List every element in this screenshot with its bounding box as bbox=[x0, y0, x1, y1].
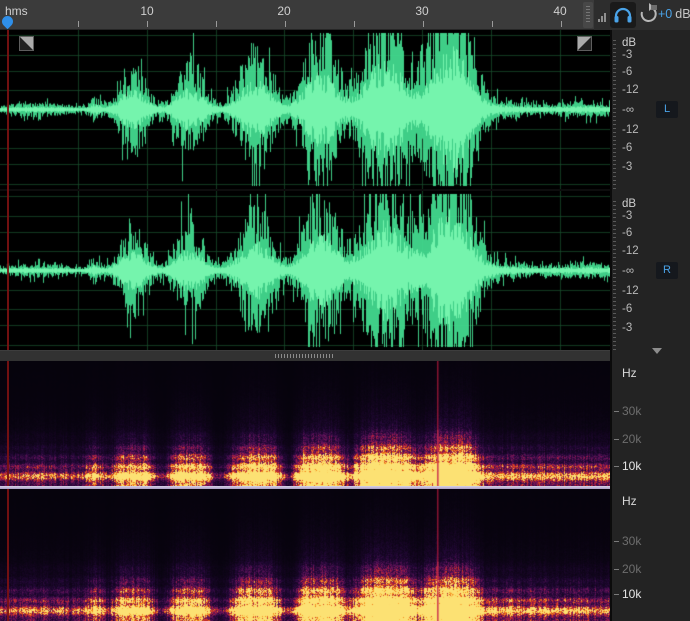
db-scale-unit-left: dB bbox=[622, 37, 636, 49]
db-label: -6 bbox=[622, 227, 632, 239]
db-label: -∞ bbox=[622, 265, 634, 277]
spectrogram-canvas-left[interactable] bbox=[0, 361, 610, 486]
fade-out-handle[interactable] bbox=[577, 36, 592, 51]
db-label: -6 bbox=[622, 66, 632, 78]
loop-icon bbox=[637, 3, 659, 28]
waveform-panel-right[interactable] bbox=[0, 191, 610, 350]
spectrogram-panel-right[interactable] bbox=[0, 489, 610, 621]
db-tick-marks bbox=[613, 201, 616, 351]
freq-label-10k: 10k bbox=[622, 588, 641, 600]
db-label: -3 bbox=[622, 322, 632, 334]
waveform-panel-left[interactable] bbox=[0, 30, 610, 189]
spectrogram-separator bbox=[0, 486, 610, 489]
fade-in-handle[interactable] bbox=[19, 36, 34, 51]
db-label: -12 bbox=[622, 124, 639, 136]
spectrogram-canvas-right[interactable] bbox=[0, 489, 610, 621]
db-label: -12 bbox=[622, 84, 639, 96]
amplitude-frequency-scales: dB -3 -6 -12 -∞ -12 -6 -3 L dB -3 -6 -12… bbox=[610, 30, 690, 621]
db-label: -3 bbox=[622, 161, 632, 173]
channel-badge-right[interactable]: R bbox=[656, 262, 678, 279]
zoom-scrollbar-grip[interactable] bbox=[583, 2, 593, 28]
timeline-ruler[interactable]: hms 10 20 30 40 bbox=[0, 0, 690, 30]
audio-editor-window: hms 10 20 30 40 bbox=[0, 0, 690, 621]
ruler-tick-40: 40 bbox=[553, 4, 566, 18]
hz-scale-unit: Hz bbox=[622, 495, 637, 507]
db-label: -3 bbox=[622, 210, 632, 222]
playhead-line[interactable] bbox=[7, 30, 9, 621]
freq-label-30k: 30k bbox=[622, 405, 641, 417]
headphones-icon bbox=[610, 2, 636, 28]
hz-scale-unit: Hz bbox=[622, 367, 637, 379]
gain-unit: dB bbox=[675, 7, 690, 21]
db-label: -12 bbox=[622, 285, 639, 297]
gain-value: +0 bbox=[658, 7, 672, 21]
db-label: -12 bbox=[622, 245, 639, 257]
freq-label-20k: 20k bbox=[622, 563, 641, 575]
freq-label-20k: 20k bbox=[622, 433, 641, 445]
collapse-arrow-icon[interactable] bbox=[652, 348, 662, 354]
headphones-monitor-button[interactable] bbox=[610, 2, 636, 28]
freq-label-30k: 30k bbox=[622, 535, 641, 547]
db-label: -3 bbox=[622, 49, 632, 61]
spectrogram-panel-left[interactable] bbox=[0, 361, 610, 486]
waveform-canvas-right[interactable] bbox=[0, 191, 610, 350]
ruler-tick-marks bbox=[10, 21, 582, 27]
ruler-tick-30: 30 bbox=[415, 4, 428, 18]
ruler-tick-10: 10 bbox=[140, 4, 153, 18]
channel-badge-left[interactable]: L bbox=[656, 101, 678, 118]
loop-playback-button[interactable] bbox=[637, 3, 659, 28]
ruler-tick-20: 20 bbox=[277, 4, 290, 18]
monitor-controls: +0dB bbox=[594, 0, 690, 30]
db-label: -6 bbox=[622, 303, 632, 315]
view-split-divider[interactable] bbox=[0, 350, 610, 361]
divider-grip-icon[interactable] bbox=[275, 354, 335, 358]
db-tick-marks bbox=[613, 40, 616, 190]
freq-label-10k: 10k bbox=[622, 460, 641, 472]
waveform-canvas-left[interactable] bbox=[0, 30, 610, 189]
level-meter-icon bbox=[598, 13, 608, 22]
db-label: -6 bbox=[622, 142, 632, 154]
db-scale-unit-right: dB bbox=[622, 198, 636, 210]
db-label: -∞ bbox=[622, 104, 634, 116]
monitor-gain[interactable]: +0dB bbox=[658, 7, 690, 21]
